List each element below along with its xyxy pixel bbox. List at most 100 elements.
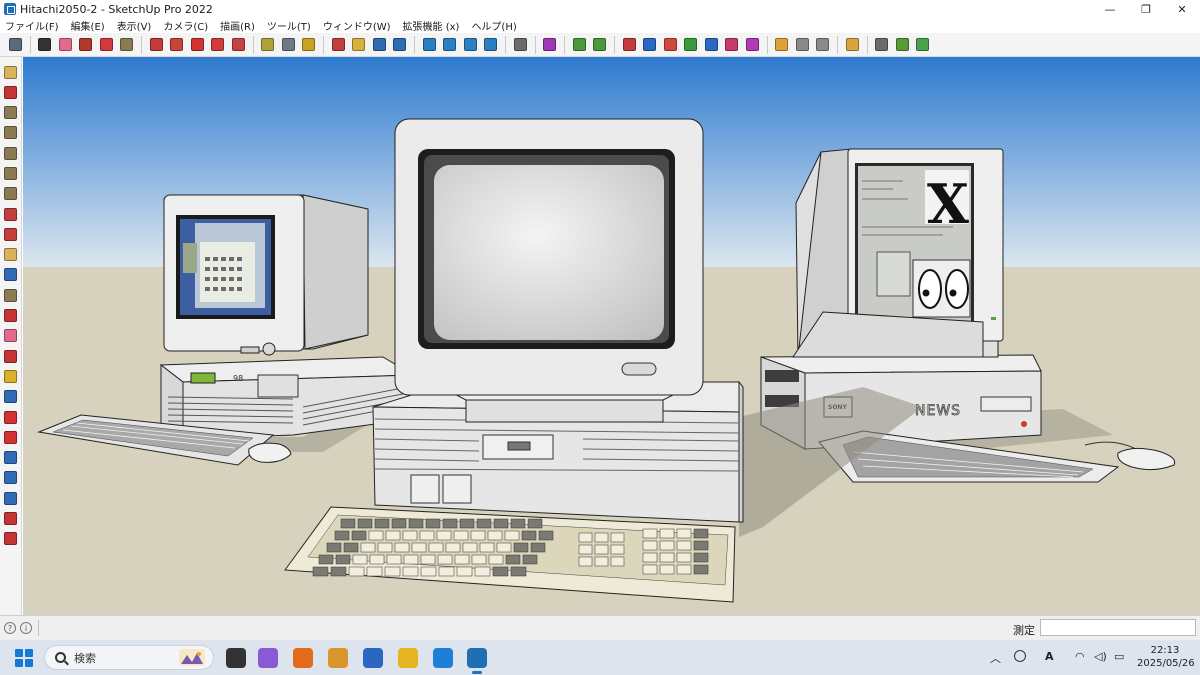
geolocation-status-icon[interactable]: ? — [4, 622, 16, 634]
tray-chevron-icon[interactable]: ︿ — [990, 650, 1001, 666]
3d-warehouse-button[interactable] — [420, 36, 438, 54]
layout-button[interactable] — [461, 36, 479, 54]
zoom-extents-button[interactable] — [391, 36, 409, 54]
taskbar-search[interactable]: 検索 — [44, 645, 214, 670]
outer-shell-button[interactable] — [620, 36, 638, 54]
section-plane-button[interactable] — [873, 36, 891, 54]
line-tool-button[interactable] — [2, 83, 20, 101]
follow-tool-button[interactable] — [2, 266, 20, 284]
intersect-button[interactable] — [641, 36, 659, 54]
freehand-tool-button[interactable] — [2, 185, 20, 203]
offset-tool-button[interactable] — [2, 225, 20, 243]
copilot-icon[interactable] — [258, 648, 278, 668]
pie-tool-button[interactable] — [2, 286, 20, 304]
paint-bucket-button[interactable] — [300, 36, 318, 54]
style-button[interactable] — [541, 36, 559, 54]
eraser-tool-button[interactable] — [2, 327, 20, 345]
rectangle-tool-button[interactable] — [2, 104, 20, 122]
wifi-icon[interactable]: ◠ — [1075, 650, 1085, 663]
menu-extensions[interactable]: 拡張機能 (x) — [397, 18, 466, 33]
box-orange-button[interactable] — [773, 36, 791, 54]
eraser-button[interactable] — [56, 36, 74, 54]
tray-network-alert-icon[interactable] — [1014, 650, 1026, 662]
look-around-button[interactable] — [2, 489, 20, 507]
component-button[interactable] — [893, 36, 911, 54]
orbit-tool-button[interactable] — [2, 307, 20, 325]
box-white-button[interactable] — [793, 36, 811, 54]
scale-button[interactable] — [229, 36, 247, 54]
browser-icon[interactable] — [433, 648, 453, 668]
circle-tool-button[interactable] — [2, 124, 20, 142]
select-button[interactable] — [36, 36, 54, 54]
paint-tool-icon — [4, 248, 17, 262]
walk-tool-button[interactable] — [2, 469, 20, 487]
axes-blue-button[interactable] — [2, 388, 20, 406]
section-tool-button[interactable] — [2, 510, 20, 528]
account-button[interactable] — [511, 36, 529, 54]
pencil-line-button[interactable] — [77, 36, 95, 54]
box-shaded-button[interactable] — [814, 36, 832, 54]
follow-me-button[interactable] — [168, 36, 186, 54]
zoom-tool-button[interactable] — [370, 36, 388, 54]
tape-measure-button[interactable] — [259, 36, 277, 54]
sandbox-from-scratch-button[interactable] — [591, 36, 609, 54]
close-button[interactable]: ✕ — [1164, 0, 1200, 18]
arc-button[interactable] — [97, 36, 115, 54]
model-viewport[interactable]: 98 NEWS X — [23, 57, 1200, 615]
select-tool-button[interactable] — [2, 63, 20, 81]
maximize-button[interactable]: ❐ — [1128, 0, 1164, 18]
zoom-button[interactable] — [6, 36, 24, 54]
extension-manager-button[interactable] — [482, 36, 500, 54]
menu-view[interactable]: 表示(V) — [111, 18, 158, 33]
move-button[interactable] — [188, 36, 206, 54]
mail-icon[interactable] — [363, 648, 383, 668]
tape-tool-button[interactable] — [2, 449, 20, 467]
minimize-button[interactable]: — — [1092, 0, 1128, 18]
task-view-icon[interactable] — [226, 648, 246, 668]
volume-icon[interactable]: ◁) — [1094, 650, 1107, 663]
trim-button[interactable] — [702, 36, 720, 54]
split-button[interactable] — [723, 36, 741, 54]
tray-ime-icon[interactable]: A — [1045, 650, 1054, 663]
battery-icon[interactable]: ▭ — [1114, 650, 1124, 663]
sandbox-from-contours-button[interactable] — [570, 36, 588, 54]
rotated-rect-tool-button[interactable] — [2, 205, 20, 223]
menu-draw[interactable]: 描画(R) — [214, 18, 261, 33]
scale-tool-button[interactable] — [2, 428, 20, 446]
geo-location-button[interactable] — [843, 36, 861, 54]
file-explorer-icon[interactable] — [398, 648, 418, 668]
taskbar-clock[interactable]: 22:13 2025/05/26 — [1137, 644, 1195, 670]
paint-tool-button[interactable] — [2, 246, 20, 264]
start-button[interactable] — [15, 649, 33, 667]
info-status-icon[interactable]: i — [20, 622, 32, 634]
union-button[interactable] — [661, 36, 679, 54]
axes-red-button[interactable] — [2, 347, 20, 365]
recycle-button[interactable] — [914, 36, 932, 54]
menu-file[interactable]: ファイル(F) — [0, 18, 65, 33]
text-button[interactable] — [279, 36, 297, 54]
move-tool-button[interactable] — [2, 408, 20, 426]
dimension-tool-button[interactable] — [2, 530, 20, 548]
photos-icon[interactable] — [328, 648, 348, 668]
arc-tool-button[interactable] — [2, 164, 20, 182]
menu-tools[interactable]: ツール(T) — [261, 18, 317, 33]
axes-yellow-button[interactable] — [2, 367, 20, 385]
keyboard-key — [510, 518, 526, 529]
menu-edit[interactable]: 編集(E) — [65, 18, 111, 33]
solid-tools-button[interactable] — [743, 36, 761, 54]
rotate-button[interactable] — [209, 36, 227, 54]
extension-warehouse-button[interactable] — [441, 36, 459, 54]
menu-camera[interactable]: カメラ(C) — [157, 18, 214, 33]
shape-button[interactable] — [118, 36, 136, 54]
pan-button[interactable] — [350, 36, 368, 54]
push-pull-button[interactable] — [147, 36, 165, 54]
menu-help[interactable]: ヘルプ(H) — [465, 18, 522, 33]
polygon-tool-button[interactable] — [2, 144, 20, 162]
measurements-input[interactable] — [1040, 619, 1196, 636]
sketchup-icon[interactable] — [467, 648, 487, 674]
menu-window[interactable]: ウィンドウ(W) — [317, 18, 397, 33]
orbit-button[interactable] — [329, 36, 347, 54]
firefox-icon[interactable] — [293, 648, 313, 668]
move-icon — [190, 38, 204, 51]
subtract-button[interactable] — [682, 36, 700, 54]
